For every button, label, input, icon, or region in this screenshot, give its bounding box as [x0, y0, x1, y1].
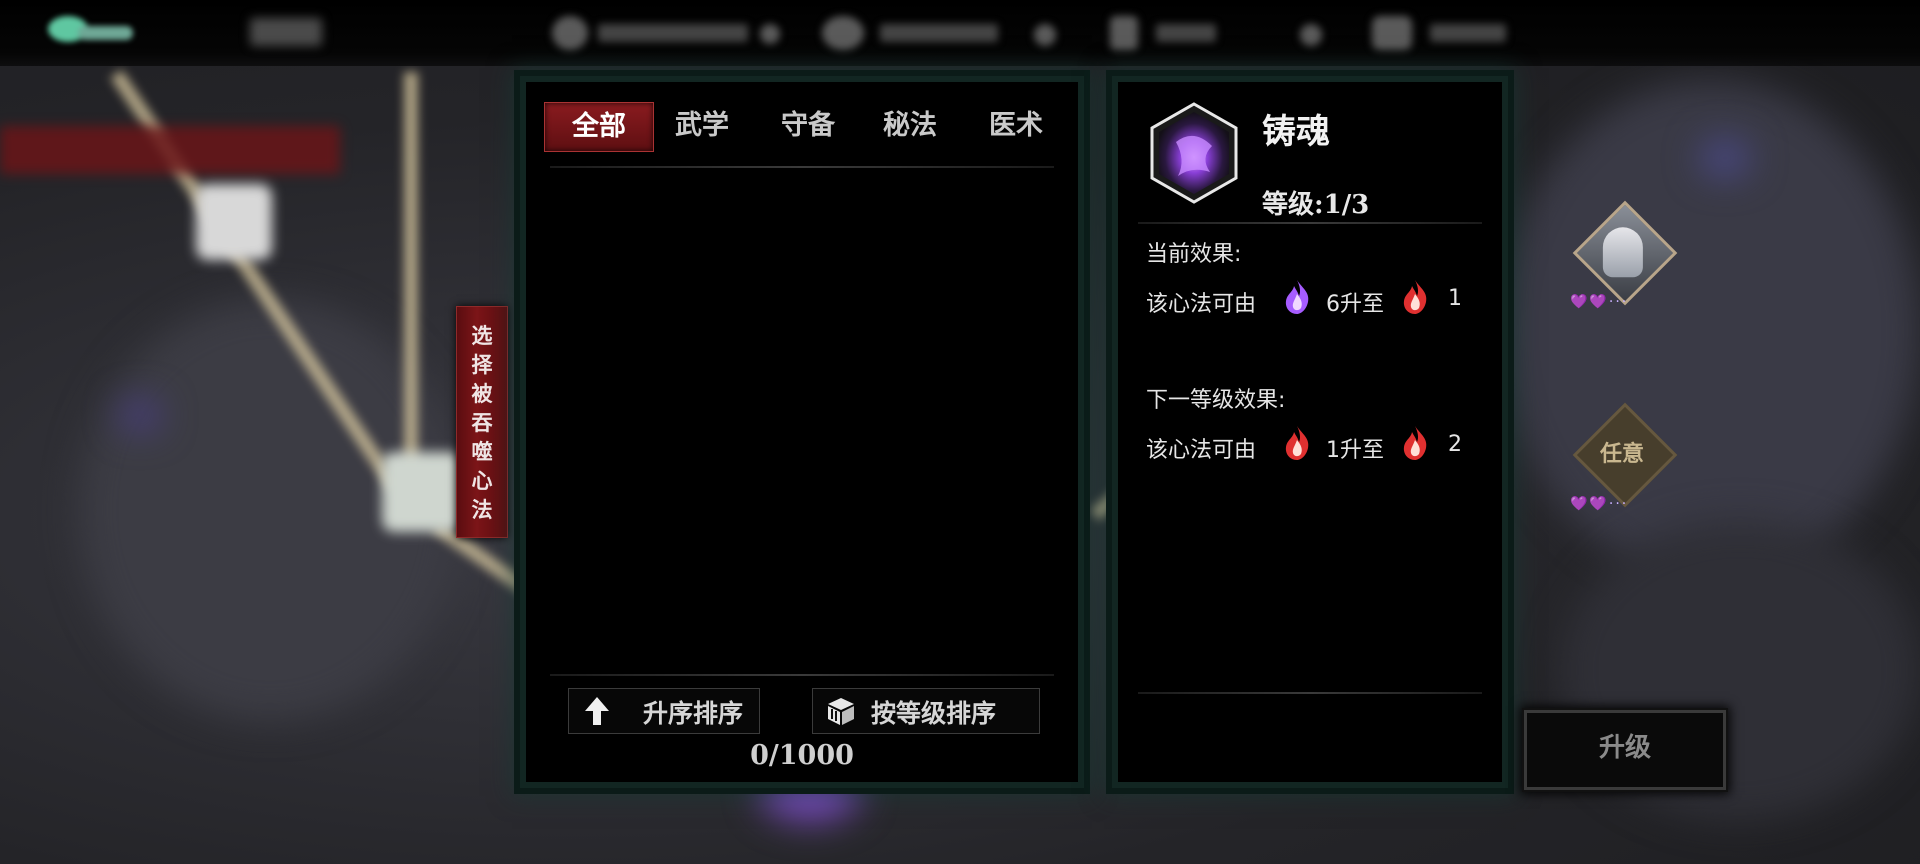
background-glow	[1700, 140, 1750, 176]
ticket-icon	[1372, 16, 1412, 50]
divider	[550, 674, 1054, 676]
tab-martial[interactable]: 武学	[652, 102, 752, 150]
add-icon[interactable]	[760, 24, 780, 44]
silver-icon	[822, 16, 864, 50]
top-bar	[0, 0, 1920, 66]
red-flame-icon	[1403, 280, 1427, 314]
divider	[1138, 692, 1482, 694]
select-devour-label: 选 择 被 吞 噬 心 法	[471, 323, 493, 522]
next-effect-label: 下一等级效果:	[1146, 388, 1286, 413]
select-devour-banner: 选 择 被 吞 噬 心 法	[456, 306, 508, 538]
current-effect-label: 当前效果:	[1146, 242, 1242, 267]
resource-value	[1156, 24, 1216, 42]
back-button[interactable]	[48, 16, 138, 48]
resource-tickets	[1372, 14, 1508, 52]
red-flame-icon	[1403, 426, 1427, 460]
resource-value	[880, 24, 998, 42]
resource-currency-2	[822, 14, 1062, 52]
any-node[interactable]: 任意 💜💜···	[1570, 402, 1678, 512]
effect-to-value: 1	[1448, 286, 1462, 311]
any-label: 任意	[1599, 441, 1644, 467]
box-icon	[828, 698, 854, 725]
node-cost-dots: 💜💜···	[1570, 496, 1629, 512]
add-icon[interactable]	[1034, 24, 1056, 46]
resource-add[interactable]	[1300, 14, 1324, 52]
character-node[interactable]: 💜💜···	[1570, 200, 1678, 310]
node-cost-dots: 💜💜···	[1570, 294, 1629, 310]
skill-detail-panel: 铸魂 等级:1/3 当前效果: 该心法可由 6升至 1 下一等级效果: 该心法可…	[1118, 82, 1502, 782]
tab-medicine[interactable]: 医术	[964, 102, 1068, 150]
resource-value	[598, 24, 748, 42]
background-banner	[0, 126, 340, 174]
resource-value	[1430, 24, 1506, 42]
ascending-sort-button[interactable]: 升序排序	[568, 688, 760, 734]
effect-to-value: 2	[1448, 432, 1462, 457]
coin-icon	[552, 16, 588, 50]
skill-list-panel: 全部 武学 守备 秘法 医术 升序排序 按等级排序 0/1000	[526, 82, 1078, 782]
soul-forge-icon	[1150, 102, 1238, 204]
sort-by-level-label: 按等级排序	[871, 699, 997, 728]
upgrade-button[interactable]: 升级	[1524, 710, 1726, 790]
effect-prefix: 该心法可由	[1146, 292, 1257, 317]
sort-by-level-button[interactable]: 按等级排序	[812, 688, 1040, 734]
next-effect-row: 该心法可由 1升至 2	[1146, 424, 1486, 464]
ascending-sort-label: 升序排序	[643, 699, 744, 728]
resource-stamina	[1110, 14, 1220, 52]
skill-list[interactable]	[550, 174, 1054, 656]
tab-defense[interactable]: 守备	[756, 102, 860, 150]
effect-prefix: 该心法可由	[1146, 438, 1257, 463]
capacity-counter: 0/1000	[750, 740, 854, 771]
current-effect-row: 该心法可由 6升至 1	[1146, 278, 1486, 318]
up-arrow-icon	[585, 697, 609, 725]
divider	[550, 166, 1054, 168]
tab-secret-art[interactable]: 秘法	[860, 102, 960, 150]
background-node	[382, 452, 462, 532]
background-node	[196, 184, 272, 260]
effect-from-value: 1升至	[1326, 438, 1384, 463]
category-tabs: 全部 武学 守备 秘法 医术	[544, 102, 1060, 152]
path-line	[404, 72, 418, 512]
resource-currency-1	[552, 14, 782, 52]
purple-flame-icon	[1285, 280, 1309, 314]
lightning-icon	[1110, 16, 1138, 50]
back-arrow-tail	[78, 26, 133, 40]
character-portrait	[1572, 200, 1678, 306]
background-glow	[120, 400, 160, 430]
divider	[1138, 222, 1482, 224]
page-title	[250, 18, 322, 46]
effect-from-value: 6升至	[1326, 292, 1384, 317]
skill-level: 等级:1/3	[1262, 190, 1370, 220]
add-icon[interactable]	[1300, 24, 1322, 46]
red-flame-icon	[1285, 426, 1309, 460]
tab-all[interactable]: 全部	[544, 102, 654, 152]
skill-name: 铸魂	[1262, 112, 1330, 152]
